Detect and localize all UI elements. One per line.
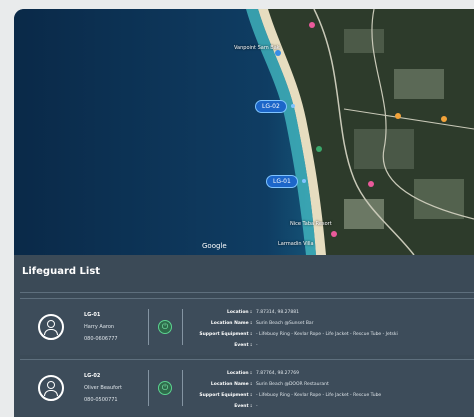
- event-label: Event :: [234, 343, 252, 348]
- google-logo: Google: [202, 242, 227, 250]
- event-label: Event :: [234, 404, 252, 409]
- lifeguard-row[interactable]: LG-01 Harry Aaron 080-0606777 ⏻ Location…: [20, 298, 474, 355]
- location-name-label: Location Name :: [210, 382, 252, 387]
- location-label: Location :: [226, 310, 252, 315]
- event-value: -: [256, 404, 258, 409]
- map-marker-lg-01[interactable]: LG-01: [266, 175, 306, 188]
- event-value: -: [256, 343, 258, 348]
- location-value: 7.87764, 98.27769: [256, 371, 299, 376]
- map-view[interactable]: Vanpoint Sam Bak Nice Taba Resort Larmad…: [14, 9, 474, 255]
- location-name-label: Location Name :: [210, 321, 252, 326]
- app-window: Vanpoint Sam Bak Nice Taba Resort Larmad…: [14, 9, 474, 417]
- divider: [20, 292, 474, 293]
- location-label: Location :: [226, 371, 252, 376]
- support-equipment-label: Support Equipment :: [199, 332, 252, 337]
- map-place-label: Larmadin Villa: [278, 241, 314, 247]
- map-place-label: Vanpoint Sam Bak: [234, 45, 280, 51]
- location-name-value: Surin Beach @Sunset Bar: [256, 321, 314, 326]
- support-equipment-value: - Lifebuoy Ring - Kevlar Rope - Life Jac…: [256, 332, 398, 337]
- support-equipment-value: - Lifebuoy Ring - Kevlar Rope - Life Jac…: [256, 393, 382, 398]
- map-place-label: Nice Taba Resort: [290, 221, 332, 227]
- location-value: 7.87314, 98.27881: [256, 310, 299, 315]
- page-title: Lifeguard List: [22, 266, 101, 277]
- support-equipment-label: Support Equipment :: [199, 393, 252, 398]
- location-name-value: Surin Beach @DOOR Restaurant: [256, 382, 329, 387]
- lifeguard-row[interactable]: LG-02 Oliver Beaufort 080-0500771 ⏻ Loca…: [20, 359, 474, 416]
- map-marker-lg-02[interactable]: LG-02: [255, 100, 295, 113]
